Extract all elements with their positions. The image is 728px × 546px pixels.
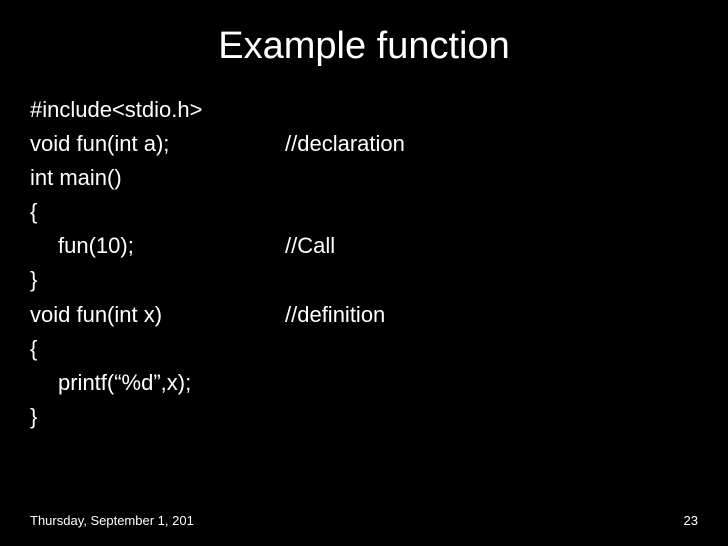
code-line: fun(10); //Call (30, 229, 698, 263)
code-line: } (30, 400, 698, 434)
code-text: void fun(int x) (30, 298, 285, 332)
code-comment: //definition (285, 298, 385, 332)
code-line: printf(“%d”,x); (30, 366, 698, 400)
code-line: int main() (30, 161, 698, 195)
code-line: } (30, 263, 698, 297)
code-block: #include<stdio.h> void fun(int a); //dec… (30, 93, 698, 434)
footer-date: Thursday, September 1, 201 (30, 513, 194, 528)
slide: Example function #include<stdio.h> void … (0, 0, 728, 546)
code-text: void fun(int a); (30, 127, 285, 161)
code-line: void fun(int x) //definition (30, 298, 698, 332)
code-line: { (30, 195, 698, 229)
code-line: { (30, 332, 698, 366)
code-text: fun(10); (30, 229, 285, 263)
code-text: int main() (30, 161, 285, 195)
code-text: { (30, 195, 285, 229)
code-line: void fun(int a); //declaration (30, 127, 698, 161)
code-text: { (30, 332, 285, 366)
code-text: printf(“%d”,x); (30, 366, 285, 400)
code-comment: //Call (285, 229, 335, 263)
code-text: } (30, 263, 285, 297)
footer: Thursday, September 1, 201 23 (30, 513, 698, 528)
code-comment: //declaration (285, 127, 405, 161)
code-line: #include<stdio.h> (30, 93, 698, 127)
page-number: 23 (684, 513, 698, 528)
slide-title: Example function (30, 25, 698, 68)
code-text: #include<stdio.h> (30, 93, 285, 127)
code-text: } (30, 400, 285, 434)
